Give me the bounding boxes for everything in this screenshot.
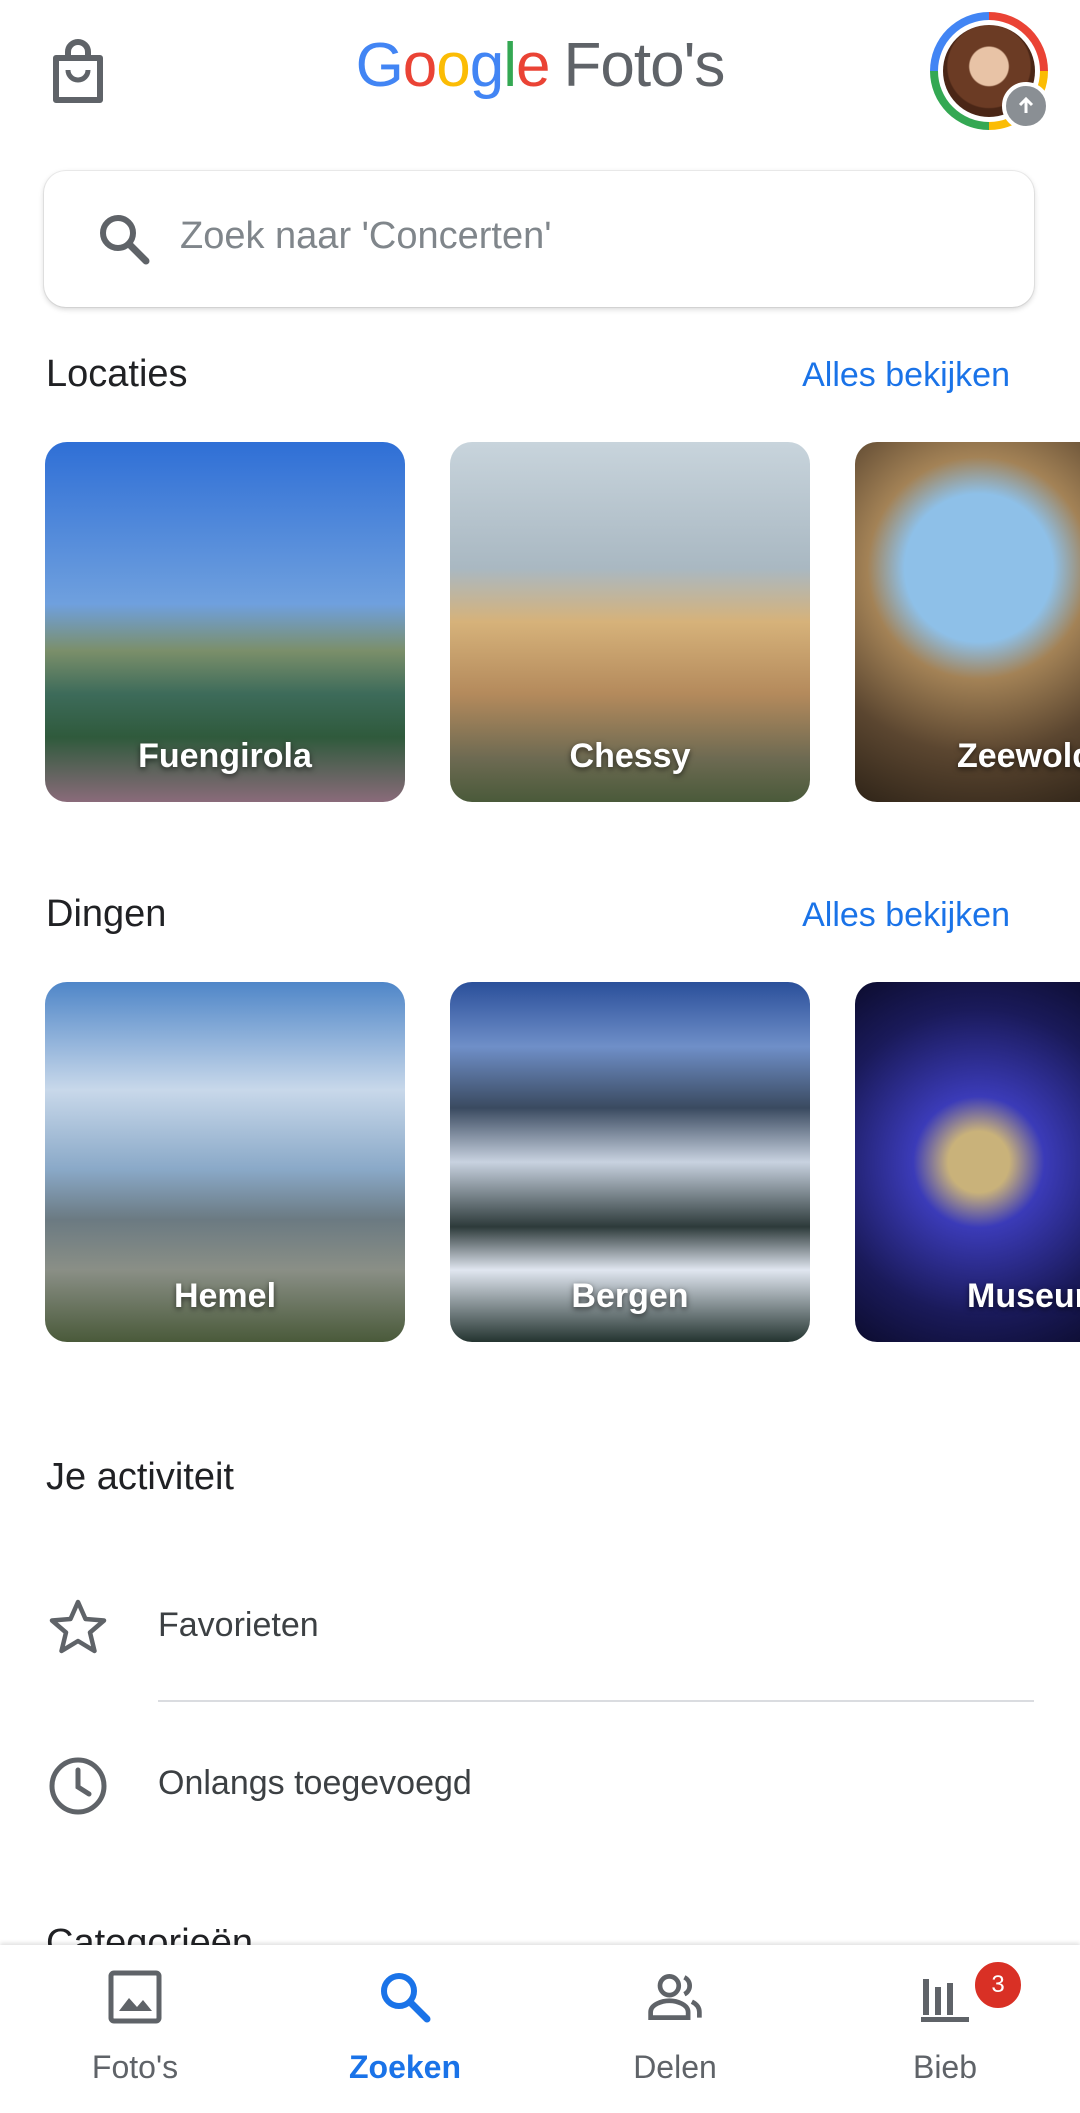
search-placeholder: Zoek naar 'Concerten' — [180, 215, 552, 257]
location-tile[interactable]: Chessy — [450, 442, 810, 802]
activity-item-recently-added[interactable]: Onlangs toegevoegd — [0, 1724, 1080, 1844]
location-tile[interactable]: Zeewold — [855, 442, 1080, 802]
location-tile[interactable]: Fuengirola — [45, 442, 405, 802]
tile-label: Museur — [967, 1277, 1080, 1315]
clock-icon — [46, 1754, 110, 1818]
bottom-navigation: Foto's Zoeken Delen 3 Bieb — [0, 1945, 1080, 2113]
nav-item-sharing[interactable]: Delen — [540, 1945, 810, 2113]
star-icon — [46, 1596, 110, 1660]
library-icon — [915, 1967, 975, 2027]
google-photos-logo: Google Foto's — [355, 31, 726, 100]
nav-label: Zoeken — [348, 2049, 462, 2085]
account-avatar-button[interactable] — [930, 12, 1050, 130]
notification-badge: 3 — [972, 1959, 1024, 2011]
photo-icon — [105, 1967, 165, 2027]
upload-arrow-icon — [1002, 82, 1050, 130]
activity-item-favorites[interactable]: Favorieten — [0, 1566, 1080, 1686]
search-icon — [94, 209, 154, 269]
product-name: Foto's — [563, 31, 726, 100]
nav-item-photos[interactable]: Foto's — [0, 1945, 270, 2113]
see-all-things-link[interactable]: Alles bekijken — [802, 896, 1010, 935]
tile-label: Fuengirola — [138, 737, 312, 775]
nav-item-library[interactable]: 3 Bieb — [810, 1945, 1080, 2113]
see-all-locations-link[interactable]: Alles bekijken — [802, 356, 1010, 395]
people-icon — [645, 1967, 705, 2027]
section-title-locations: Locaties — [46, 353, 188, 395]
divider — [158, 1700, 1034, 1702]
thing-tile[interactable]: Bergen — [450, 982, 810, 1342]
activity-label: Favorieten — [158, 1606, 319, 1644]
section-title-activity: Je activiteit — [46, 1456, 234, 1498]
nav-item-search[interactable]: Zoeken — [270, 1945, 540, 2113]
section-title-things: Dingen — [46, 893, 167, 935]
nav-label: Delen — [633, 2049, 717, 2085]
thing-tile[interactable]: Museur — [855, 982, 1080, 1342]
activity-label: Onlangs toegevoegd — [158, 1764, 472, 1802]
tile-label: Zeewold — [957, 737, 1080, 775]
tile-label: Bergen — [571, 1277, 689, 1315]
search-icon — [375, 1967, 435, 2027]
nav-label: Bieb — [912, 2049, 978, 2085]
thing-tile[interactable]: Hemel — [45, 982, 405, 1342]
nav-label: Foto's — [91, 2049, 179, 2085]
search-bar[interactable]: Zoek naar 'Concerten' — [44, 171, 1034, 307]
tile-label: Chessy — [569, 737, 691, 775]
app-header: Google Foto's — [0, 0, 1080, 150]
tile-label: Hemel — [173, 1277, 277, 1315]
